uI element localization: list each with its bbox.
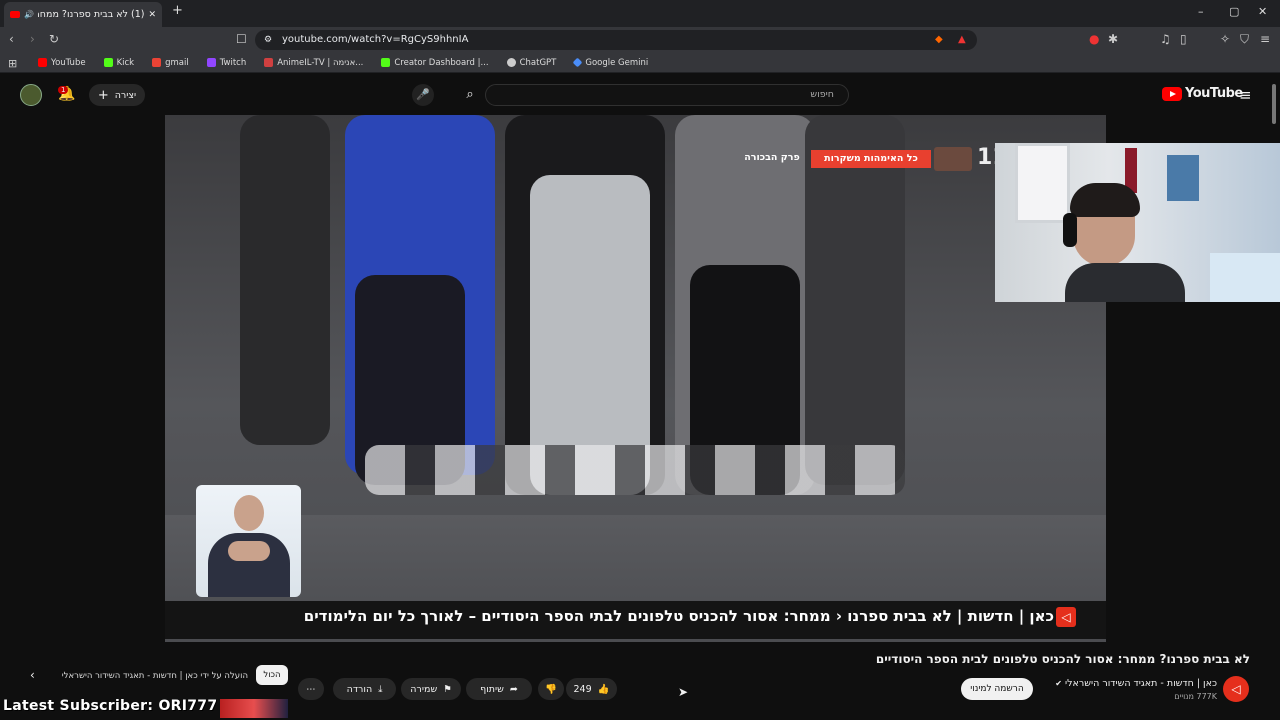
bookmark-icon: ⚑ xyxy=(443,683,452,695)
verified-icon: ✔ xyxy=(1055,679,1062,688)
stream-overlay-latest-subscriber: Latest Subscriber: ORI777 xyxy=(3,698,218,714)
search-icon[interactable]: ⌕ xyxy=(455,84,485,106)
sidebar-icon[interactable]: ▯ xyxy=(1180,32,1187,46)
sneakers-icon xyxy=(365,445,905,495)
forward-icon[interactable]: › xyxy=(30,32,35,46)
search-input[interactable]: חיפוש xyxy=(485,84,849,106)
url-text: youtube.com/watch?v=RgCyS9hhnIA xyxy=(282,34,469,45)
chatgpt-icon xyxy=(506,58,516,67)
video-player[interactable]: 11 xyxy=(165,115,1106,642)
streamer-body xyxy=(1065,263,1185,302)
channel-name[interactable]: כאן | חדשות - תאגיד השידור הישראלי ✔ xyxy=(1035,678,1217,689)
voice-search-icon[interactable]: 🎤 xyxy=(412,84,434,106)
youtube-play-icon xyxy=(1162,86,1182,101)
gmail-icon xyxy=(152,58,162,67)
brave-rewards-icon[interactable]: ▲ xyxy=(958,30,966,50)
ticker-text: כאן | חדשות | לא בבית ספרנו ‹ ממחר: אסור… xyxy=(303,607,1054,625)
promo-banner: כל האימהות משקרות xyxy=(811,150,931,168)
leo-ai-icon[interactable]: ✧ xyxy=(1220,32,1230,46)
webcam-window xyxy=(1015,143,1070,223)
site-info-icon[interactable]: ⚙ xyxy=(264,30,272,50)
share-button[interactable]: ➦ שיתוף xyxy=(466,678,532,700)
bookmark-twitch[interactable]: Twitch xyxy=(206,58,246,68)
recommended-thumbnail[interactable] xyxy=(220,699,288,718)
chips-prev-icon[interactable]: ‹ xyxy=(30,668,35,682)
bookmark-page-icon[interactable]: ☐ xyxy=(236,32,247,46)
animeil-icon xyxy=(264,58,274,67)
kick-icon xyxy=(103,58,113,67)
more-actions-button[interactable]: ⋯ xyxy=(298,678,324,700)
create-button[interactable]: יצירה + xyxy=(89,84,145,106)
bookmarks-bar: YouTube Kick gmail Twitch AnimeIL-TV | א… xyxy=(0,53,1280,73)
sign-language-interpreter xyxy=(196,485,301,597)
tab-title: (1) לא בבית ספרנו? ממחר: א xyxy=(38,9,145,20)
like-button[interactable]: 👍 249 xyxy=(566,678,617,700)
gemini-icon xyxy=(572,57,583,68)
video-figure xyxy=(805,115,905,485)
bookmark-animeil[interactable]: AnimeIL-TV | אנימה... xyxy=(264,58,363,68)
chip-uploaded-by[interactable]: הועלה על ידי כאן | חדשות - תאגיד השידור … xyxy=(58,666,248,686)
extension-record-icon[interactable]: ● xyxy=(1089,32,1099,46)
bookmark-gmail[interactable]: gmail xyxy=(152,58,189,68)
headphones-icon xyxy=(1063,213,1077,247)
twitch-icon xyxy=(206,58,216,67)
close-tab-icon[interactable]: ✕ xyxy=(148,10,156,20)
streamer-webcam xyxy=(995,143,1280,302)
browser-menu-icon[interactable]: ≡ xyxy=(1260,32,1270,46)
streamer-hair xyxy=(1070,183,1140,217)
brave-shield-icon[interactable]: ◆ xyxy=(935,30,943,50)
download-button[interactable]: ⤓ הורדה xyxy=(333,678,396,700)
bookmark-kick[interactable]: Kick xyxy=(103,58,134,68)
address-bar[interactable]: ⚙ youtube.com/watch?v=RgCyS9hhnIA ◆ ▲ xyxy=(255,30,977,50)
chip-all[interactable]: הכול xyxy=(256,665,288,685)
kick-icon xyxy=(381,58,391,67)
dislike-button[interactable]: 👎 xyxy=(538,678,564,700)
signer-hands xyxy=(228,541,270,561)
plus-icon: + xyxy=(97,87,109,103)
like-count: 249 xyxy=(573,683,592,695)
webcam-poster xyxy=(1167,155,1199,201)
youtube-icon xyxy=(38,58,47,67)
save-button[interactable]: ⚑ שמירה xyxy=(401,678,461,700)
promo-sub: פרק הבכורה xyxy=(744,152,800,163)
kan-logo-icon: ◁ xyxy=(1056,607,1076,627)
guide-menu-icon[interactable]: ≡ xyxy=(1239,86,1252,104)
webcam-bed xyxy=(1210,253,1280,302)
youtube-logo[interactable]: YouTube xyxy=(1162,86,1243,101)
thumbs-up-icon: 👍 xyxy=(597,683,610,695)
media-icon[interactable]: ♫ xyxy=(1160,32,1171,46)
avatar[interactable] xyxy=(20,84,42,106)
bookmark-creator-dashboard[interactable]: Creator Dashboard |... xyxy=(381,58,489,68)
bookmark-youtube[interactable]: YouTube xyxy=(38,58,86,68)
browser-tab-bar xyxy=(0,0,1280,27)
bookmark-chatgpt[interactable]: ChatGPT xyxy=(506,58,556,68)
thumbs-down-icon: 👎 xyxy=(545,683,557,695)
vpn-icon[interactable]: ⛉ xyxy=(1240,32,1249,47)
bookmark-gemini[interactable]: Google Gemini xyxy=(572,57,648,68)
speaker-icon[interactable]: 🔊 xyxy=(24,10,34,19)
share-icon: ➦ xyxy=(509,683,518,695)
page-scrollbar[interactable] xyxy=(1272,84,1276,124)
apps-grid-icon[interactable]: ⊞ xyxy=(8,57,17,70)
maximize-button[interactable]: ▢ xyxy=(1229,5,1239,18)
create-label: יצירה xyxy=(114,89,137,101)
back-icon[interactable]: ‹ xyxy=(9,32,14,46)
signer-head xyxy=(234,495,264,531)
youtube-favicon-icon xyxy=(10,11,20,18)
close-window-button[interactable]: ✕ xyxy=(1258,5,1267,18)
download-icon: ⤓ xyxy=(378,683,383,695)
mouse-cursor-icon: ➤ xyxy=(678,685,689,699)
new-tab-button[interactable]: + xyxy=(172,3,183,18)
channel-avatar-icon[interactable]: ◁ xyxy=(1223,676,1249,702)
video-figure xyxy=(240,115,330,445)
subscriber-count: 777K מנויים xyxy=(1174,692,1217,701)
browser-tab[interactable]: 🔊 (1) לא בבית ספרנו? ממחר: א ✕ xyxy=(4,2,162,27)
reload-icon[interactable]: ↻ xyxy=(49,32,59,46)
extensions-icon[interactable]: ✱ xyxy=(1108,32,1118,46)
subscribe-button[interactable]: הרשמה למינוי xyxy=(961,678,1033,700)
promo-face xyxy=(934,147,972,171)
video-title: לא בבית ספרנו? ממחר: אסור להכניס טלפונים… xyxy=(875,652,1250,666)
minimize-button[interactable]: – xyxy=(1198,5,1204,18)
